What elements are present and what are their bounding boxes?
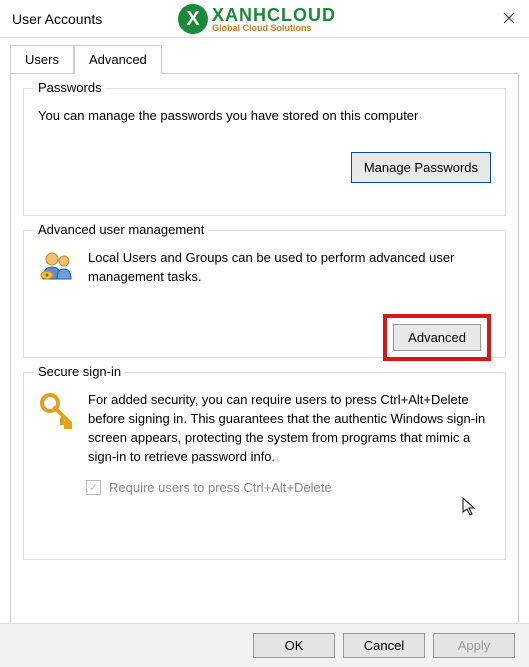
- manage-passwords-button[interactable]: Manage Passwords: [351, 152, 491, 183]
- tab-strip: Users Advanced: [0, 38, 529, 73]
- advanced-mgmt-group: Advanced user management Local Users and…: [23, 230, 506, 358]
- tab-advanced[interactable]: Advanced: [74, 45, 162, 74]
- secure-signin-text: For added security, you can require user…: [88, 391, 491, 466]
- secure-signin-title: Secure sign-in: [34, 364, 125, 379]
- close-button[interactable]: [497, 6, 521, 30]
- apply-button[interactable]: Apply: [433, 633, 515, 658]
- logo-sub-text: Global Cloud Solutions: [212, 24, 336, 33]
- passwords-group: Passwords You can manage the passwords y…: [23, 88, 506, 216]
- require-cad-checkbox[interactable]: ✓: [86, 480, 101, 495]
- tab-users[interactable]: Users: [10, 45, 74, 74]
- tab-panel: Passwords You can manage the passwords y…: [10, 73, 519, 631]
- window-title: User Accounts: [12, 11, 102, 27]
- logo-icon: X: [178, 4, 208, 34]
- advanced-button[interactable]: Advanced: [393, 324, 481, 351]
- key-icon: [38, 391, 76, 466]
- require-cad-checkbox-row[interactable]: ✓ Require users to press Ctrl+Alt+Delete: [86, 480, 491, 495]
- advanced-mgmt-text: Local Users and Groups can be used to pe…: [88, 249, 491, 288]
- watermark-logo: X XANHCLOUD Global Cloud Solutions: [178, 4, 336, 34]
- cancel-button[interactable]: Cancel: [343, 633, 425, 658]
- users-groups-icon: [38, 249, 76, 288]
- logo-main-text: XANHCLOUD: [212, 6, 336, 24]
- passwords-text: You can manage the passwords you have st…: [38, 107, 491, 126]
- passwords-group-title: Passwords: [34, 80, 106, 95]
- advanced-mgmt-title: Advanced user management: [34, 222, 208, 237]
- titlebar: User Accounts X XANHCLOUD Global Cloud S…: [0, 0, 529, 38]
- advanced-button-highlight: Advanced: [383, 314, 491, 361]
- dialog-footer: OK Cancel Apply: [0, 623, 529, 667]
- ok-button[interactable]: OK: [253, 633, 335, 658]
- require-cad-label: Require users to press Ctrl+Alt+Delete: [109, 480, 332, 495]
- secure-signin-group: Secure sign-in For added security, you c…: [23, 372, 506, 560]
